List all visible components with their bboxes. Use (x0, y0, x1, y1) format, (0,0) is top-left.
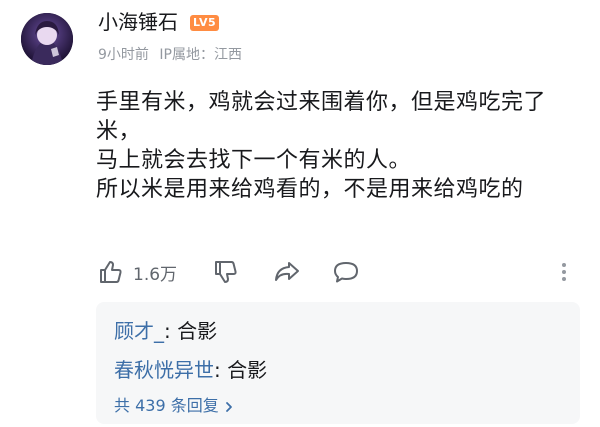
reply-item[interactable]: 春秋恍异世: 合影 (114, 356, 267, 384)
more-button[interactable] (558, 255, 570, 289)
thumbs-down-icon (215, 261, 237, 283)
avatar-image (21, 13, 73, 65)
comment-time: 9小时前 (98, 47, 149, 63)
comment-card: 小海锤石 LV5 9小时前 IP属地：江西 手里有米，鸡就会过来围着你，但是鸡吃… (0, 0, 600, 427)
share-button[interactable] (273, 255, 301, 289)
replies-box[interactable]: 顾才_: 合影 春秋恍异世: 合影 共 439 条回复 (96, 302, 580, 424)
comment-icon (334, 262, 358, 283)
avatar[interactable] (21, 13, 73, 65)
view-all-replies-link[interactable]: 共 439 条回复 (114, 395, 233, 417)
reply-count-label: 共 439 条回复 (114, 396, 219, 415)
reply-author[interactable]: 春秋恍异世 (114, 358, 214, 382)
comment-button[interactable] (332, 255, 360, 289)
reply-author[interactable]: 顾才_ (114, 319, 164, 343)
dislike-button[interactable] (213, 255, 239, 289)
more-vertical-icon (562, 263, 566, 281)
comment-meta: 9小时前 IP属地：江西 (98, 45, 242, 65)
username[interactable]: 小海锤石 (98, 8, 178, 36)
comment-line: 所以米是用来给鸡看的，不是用来给鸡吃的 (96, 177, 524, 202)
share-icon (275, 262, 299, 281)
comment-text: 手里有米，鸡就会过来围着你，但是鸡吃完了米， 马上就会去找下一个有米的人。 所以… (96, 88, 586, 204)
thumbs-up-icon (100, 261, 122, 283)
like-count: 1.6万 (133, 264, 178, 285)
level-badge: LV5 (190, 15, 220, 31)
action-bar: 1.6万 (96, 255, 586, 289)
reply-text: : 合影 (164, 319, 218, 343)
like-button[interactable]: 1.6万 (98, 255, 177, 289)
chevron-right-icon (225, 401, 232, 412)
comment-line: 手里有米，鸡就会过来围着你，但是鸡吃完了米， (96, 90, 547, 144)
reply-item[interactable]: 顾才_: 合影 (114, 317, 217, 345)
ip-location: IP属地：江西 (159, 47, 242, 63)
reply-text: : 合影 (214, 358, 268, 382)
comment-line: 马上就会去找下一个有米的人。 (96, 148, 412, 173)
